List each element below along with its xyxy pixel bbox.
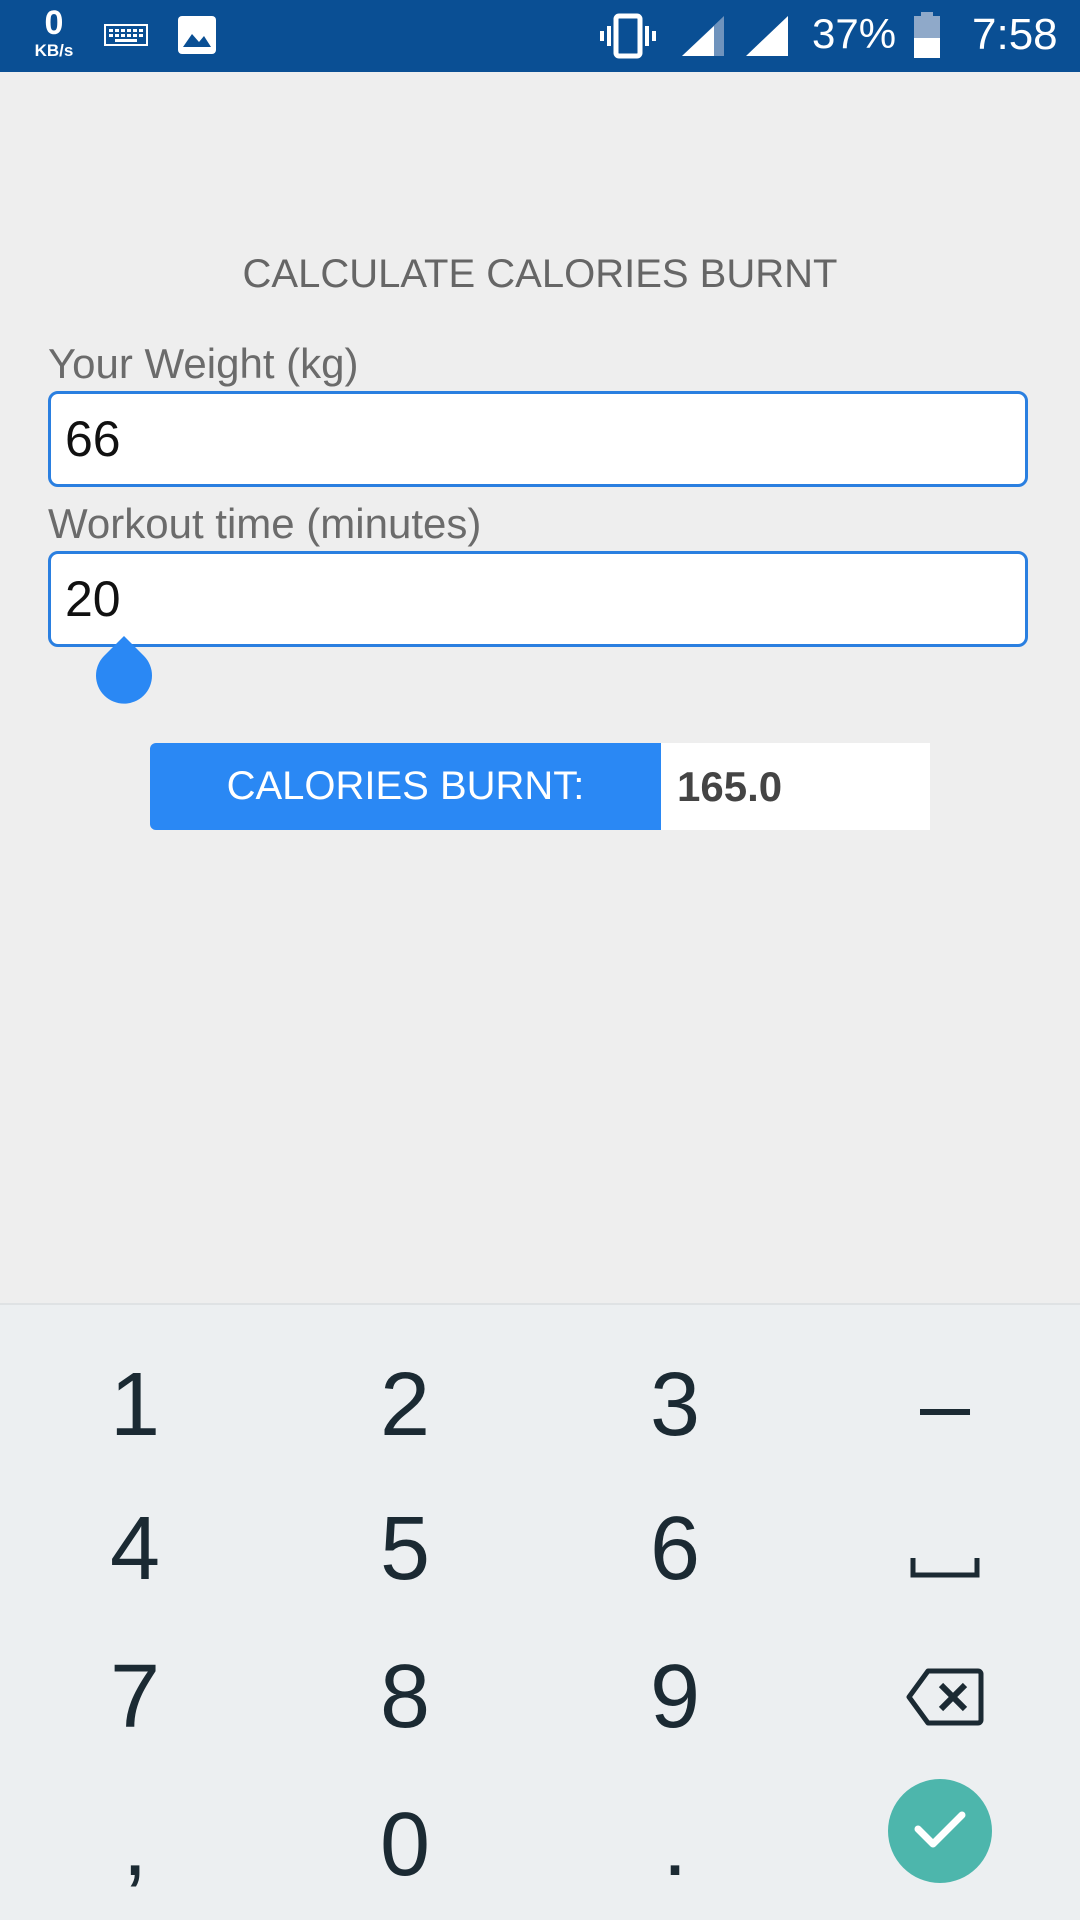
key-6[interactable]: 6: [540, 1475, 810, 1623]
network-speed-value: 0: [44, 4, 64, 42]
page-title: CALCULATE CALORIES BURNT: [242, 252, 838, 296]
calories-result: CALORIES BURNT: 165.0: [150, 743, 930, 830]
battery-percent: 37%: [812, 10, 897, 57]
calories-burnt-label: CALORIES BURNT:: [150, 743, 661, 830]
key-5[interactable]: 5: [270, 1475, 540, 1623]
weight-label: Your Weight (kg): [48, 340, 359, 387]
numeric-keyboard: 1 2 3 – 4 5 6 7 8 9 , 0 .: [0, 1303, 1080, 1920]
text-cursor-handle[interactable]: [94, 636, 154, 710]
signal-icon: [744, 14, 790, 63]
key-9[interactable]: 9: [540, 1623, 810, 1771]
vibrate-icon: [600, 12, 656, 65]
weight-input[interactable]: 66: [48, 391, 1028, 487]
signal-icon: [680, 14, 726, 63]
key-comma[interactable]: ,: [0, 1771, 270, 1919]
status-bar: 0 KB/s 37% 7:58: [0, 0, 1080, 72]
key-minus[interactable]: –: [810, 1331, 1080, 1479]
clock: 7:58: [972, 10, 1058, 59]
key-0[interactable]: 0: [270, 1771, 540, 1919]
key-2[interactable]: 2: [270, 1331, 540, 1479]
space-key[interactable]: [810, 1475, 1080, 1623]
key-4[interactable]: 4: [0, 1475, 270, 1623]
key-7[interactable]: 7: [0, 1623, 270, 1771]
network-speed-unit: KB/s: [34, 41, 74, 60]
image-icon: [176, 14, 218, 61]
battery-icon: [912, 12, 942, 65]
space-icon: [910, 1498, 980, 1601]
key-8[interactable]: 8: [270, 1623, 540, 1771]
backspace-key[interactable]: [810, 1623, 1080, 1771]
workout-time-input[interactable]: 20: [48, 551, 1028, 647]
keyboard-icon: [104, 24, 148, 53]
calories-burnt-value: 165.0: [661, 743, 930, 830]
key-3[interactable]: 3: [540, 1331, 810, 1479]
screen: 0 KB/s 37% 7:58 CALCULATE CALORIES BURNT…: [0, 0, 1080, 1920]
key-1[interactable]: 1: [0, 1331, 270, 1479]
network-speed: 0 KB/s: [26, 6, 82, 59]
backspace-icon: [906, 1646, 984, 1749]
done-button[interactable]: [888, 1779, 992, 1883]
check-icon: [912, 1807, 968, 1856]
key-period[interactable]: .: [540, 1771, 810, 1919]
workout-time-label: Workout time (minutes): [48, 500, 482, 547]
